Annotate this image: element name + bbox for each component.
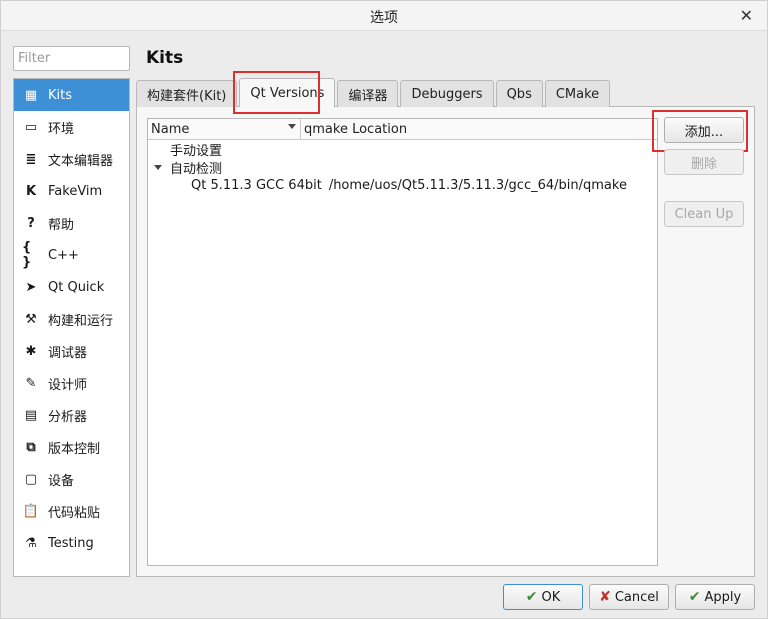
sidebar-item-7[interactable]: ⚒ 构建和运行 xyxy=(14,303,129,335)
ok-label: OK xyxy=(541,589,561,605)
analyzer-icon: ▤ xyxy=(24,407,38,423)
sidebar-item-label: Qt Quick xyxy=(48,279,105,295)
sidebar: ▦ Kits ▭ 环境 ≣ 文本编辑器 K FakeVim? 帮助 { } C++ ➤ Qt Quick… xyxy=(13,78,130,577)
qt-versions-tree[interactable]: Name qmake Location 手动设置 自动检测 Qt 5.11.3 … xyxy=(147,118,658,566)
fakevim-icon: K xyxy=(25,183,37,199)
tab-0[interactable]: 构建套件(Kit) xyxy=(136,80,238,107)
sidebar-item-2[interactable]: ≣ 文本编辑器 xyxy=(14,143,129,175)
remove-button[interactable]: 删除 xyxy=(664,149,744,175)
text-editor-icon: ≣ xyxy=(25,151,37,167)
highlight-box-tab xyxy=(233,71,320,114)
kits-icon: ▦ xyxy=(24,87,38,103)
group-label-manual: 手动设置 xyxy=(170,143,223,159)
close-icon[interactable]: ✕ xyxy=(740,6,753,25)
monitor-icon: ▭ xyxy=(24,119,38,135)
paper-plane-icon: ➤ xyxy=(25,279,37,295)
page-title: Kits xyxy=(146,48,184,68)
tree-header: Name qmake Location xyxy=(148,119,657,140)
qt-version-name: Qt 5.11.3 GCC 64bit xyxy=(191,177,322,193)
tab-bar: 构建套件(Kit) Qt Versions 编译器 Debuggers Qbs CMake xyxy=(136,78,612,107)
sidebar-item-label: 调试器 xyxy=(48,345,88,361)
code-paste-icon: 📋 xyxy=(22,503,40,519)
sidebar-item-label: 代码粘贴 xyxy=(48,505,101,521)
sidebar-item-label: 构建和运行 xyxy=(48,313,114,329)
sidebar-item-label: Testing xyxy=(48,535,94,551)
cancel-label: Cancel xyxy=(614,589,659,605)
sidebar-item-label: 帮助 xyxy=(48,217,75,233)
qt-version-location: /home/uos/Qt5.11.3/5.11.3/gcc_64/bin/qma… xyxy=(328,177,627,193)
pencil-icon: ✎ xyxy=(25,375,37,391)
tree-group-auto[interactable]: 自动检测 xyxy=(148,158,657,177)
help-icon: ? xyxy=(27,215,35,231)
version-control-icon: ⧉ xyxy=(26,439,36,455)
sidebar-item-13[interactable]: 📋 代码粘贴 xyxy=(14,495,129,527)
sidebar-item-label: 文本编辑器 xyxy=(48,153,114,169)
tab-2[interactable]: 编译器 xyxy=(337,80,399,107)
highlight-box-add xyxy=(652,110,748,152)
sidebar-item-0[interactable]: ▦ Kits xyxy=(14,79,129,111)
sidebar-item-6[interactable]: ➤ Qt Quick xyxy=(14,271,129,303)
cancel-icon: ✘ xyxy=(599,589,611,605)
cancel-button[interactable]: ✘ Cancel xyxy=(589,584,669,610)
column-header-qmake-location[interactable]: qmake Location xyxy=(301,119,407,139)
sidebar-item-4[interactable]: ? 帮助 xyxy=(14,207,129,239)
window-title: 选项 xyxy=(370,10,398,26)
apply-button[interactable]: ✔ Apply xyxy=(675,584,755,610)
sidebar-item-label: C++ xyxy=(48,247,79,263)
filter-input[interactable] xyxy=(13,46,130,71)
apply-label: Apply xyxy=(704,589,742,605)
tab-4[interactable]: Qbs xyxy=(495,80,543,107)
sidebar-item-label: Kits xyxy=(48,87,73,103)
sidebar-item-12[interactable]: ▢ 设备 xyxy=(14,463,129,495)
column-header-name-label: Name xyxy=(151,121,190,137)
tree-row-qt-version[interactable]: Qt 5.11.3 GCC 64bit /home/uos/Qt5.11.3/5… xyxy=(148,176,657,194)
tree-group-manual[interactable]: 手动设置 xyxy=(148,140,657,159)
sidebar-item-label: 环境 xyxy=(48,121,75,137)
sidebar-item-label: 设计师 xyxy=(48,377,88,393)
group-label-auto: 自动检测 xyxy=(170,161,223,177)
braces-icon: { } xyxy=(22,240,32,270)
sidebar-item-label: 版本控制 xyxy=(48,441,101,457)
clean-up-button[interactable]: Clean Up xyxy=(664,201,744,227)
sidebar-item-11[interactable]: ⧉ 版本控制 xyxy=(14,431,129,463)
ok-icon: ✔ xyxy=(525,589,538,605)
hammer-icon: ⚒ xyxy=(25,311,37,327)
sidebar-item-1[interactable]: ▭ 环境 xyxy=(14,111,129,143)
sidebar-item-10[interactable]: ▤ 分析器 xyxy=(14,399,129,431)
sort-arrow-icon xyxy=(288,124,296,129)
bug-icon: ✱ xyxy=(25,343,37,359)
sidebar-item-5[interactable]: { } C++ xyxy=(14,239,129,271)
sidebar-item-9[interactable]: ✎ 设计师 xyxy=(14,367,129,399)
sidebar-item-3[interactable]: K FakeVim xyxy=(14,175,129,207)
title-bar: 选项 ✕ xyxy=(1,1,767,31)
device-icon: ▢ xyxy=(24,471,38,487)
tab-3[interactable]: Debuggers xyxy=(400,80,494,107)
sidebar-item-8[interactable]: ✱ 调试器 xyxy=(14,335,129,367)
ok-button[interactable]: ✔ OK xyxy=(503,584,583,610)
column-header-name[interactable]: Name xyxy=(148,119,301,139)
options-dialog: 选项 ✕ ▦ Kits ▭ 环境 ≣ 文本编辑器 K FakeVim? 帮助 { } C++ ➤ Qt … xyxy=(0,0,768,619)
column-header-location-label: qmake Location xyxy=(304,121,408,137)
flask-icon: ⚗ xyxy=(25,535,37,551)
tab-5[interactable]: CMake xyxy=(544,80,611,107)
sidebar-item-label: 设备 xyxy=(48,473,75,489)
expand-arrow-icon[interactable] xyxy=(154,164,162,170)
sidebar-item-label: FakeVim xyxy=(48,183,103,199)
sidebar-item-label: 分析器 xyxy=(48,409,88,425)
sidebar-item-14[interactable]: ⚗ Testing xyxy=(14,527,129,559)
apply-icon: ✔ xyxy=(688,589,701,605)
